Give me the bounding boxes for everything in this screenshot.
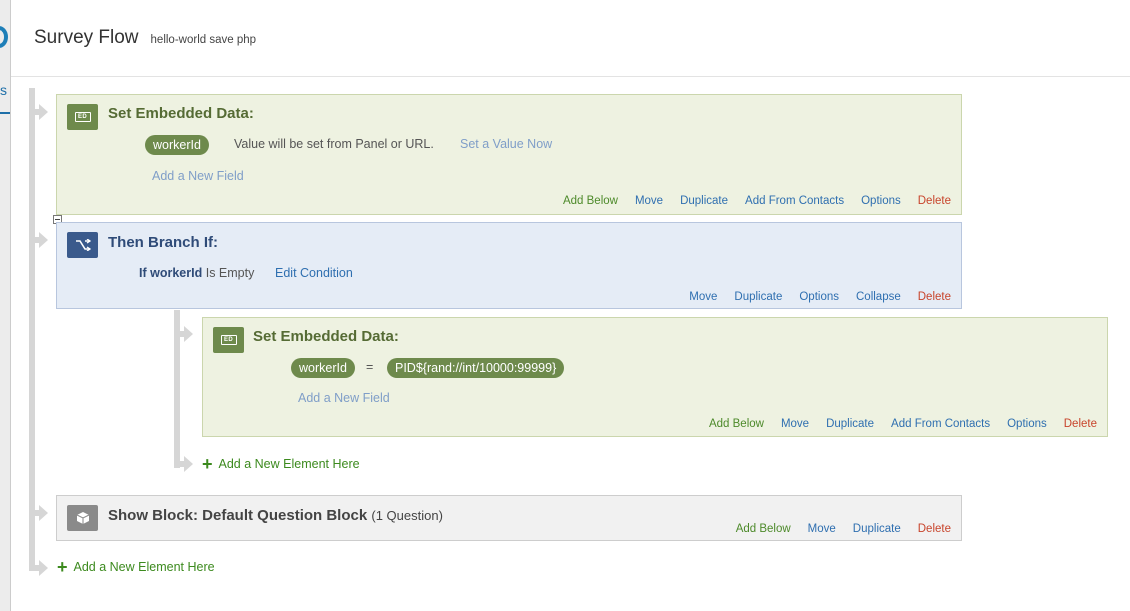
condition-if-label: If (139, 266, 147, 280)
flow-arrow-icon (39, 560, 48, 576)
delete-button[interactable]: Delete (1064, 418, 1097, 430)
add-element-label: Add a New Element Here (73, 560, 215, 574)
block-actions: Add Below Move Duplicate Delete (736, 523, 951, 535)
field-value-description: Value will be set from Panel or URL. (234, 137, 434, 151)
app-logo-icon (0, 26, 8, 48)
add-below-button[interactable]: Add Below (736, 523, 791, 535)
add-new-field-link[interactable]: Add a New Field (298, 391, 390, 405)
show-block[interactable]: Show Block: Default Question Block (1 Qu… (56, 495, 962, 541)
block-actions: Move Duplicate Options Collapse Delete (689, 291, 951, 303)
equals-sign: = (366, 360, 374, 374)
modal-title: Survey Flow (34, 27, 139, 48)
embedded-data-badge: ED (213, 327, 244, 353)
embedded-data-icon: ED (220, 335, 237, 345)
add-element-label: Add a New Element Here (218, 457, 360, 471)
modal-header: Survey Flow hello-world save php (11, 0, 1130, 77)
options-button[interactable]: Options (861, 195, 901, 207)
background-tab-underline (0, 112, 10, 114)
embedded-data-badge: ED (67, 104, 98, 130)
move-button[interactable]: Move (781, 418, 809, 430)
block-actions: Add Below Move Duplicate Add From Contac… (563, 195, 951, 207)
delete-button[interactable]: Delete (918, 195, 951, 207)
question-count: (1 Question) (371, 508, 443, 523)
block-title: Then Branch If: (108, 234, 219, 251)
delete-button[interactable]: Delete (918, 291, 951, 303)
background-tab-label: s (0, 82, 7, 98)
duplicate-button[interactable]: Duplicate (680, 195, 728, 207)
field-name-pill[interactable]: workerId (145, 135, 209, 155)
move-button[interactable]: Move (635, 195, 663, 207)
add-element-outer-button[interactable]: + Add a New Element Here (57, 557, 215, 577)
branch-badge (67, 232, 98, 258)
branch-block[interactable]: Then Branch If: If workerId Is Empty Edi… (56, 222, 962, 309)
flow-connector-main (29, 88, 35, 570)
block-actions: Add Below Move Duplicate Add From Contac… (709, 418, 1097, 430)
move-button[interactable]: Move (808, 523, 836, 535)
set-embedded-data-block[interactable]: ED Set Embedded Data: workerId Value wil… (56, 94, 962, 215)
add-below-button[interactable]: Add Below (709, 418, 764, 430)
plus-icon: + (202, 454, 213, 474)
add-from-contacts-button[interactable]: Add From Contacts (891, 418, 990, 430)
add-element-inner-button[interactable]: + Add a New Element Here (202, 454, 360, 474)
field-name-pill[interactable]: workerId (291, 358, 355, 378)
cube-icon (76, 512, 89, 524)
move-button[interactable]: Move (689, 291, 717, 303)
flow-arrow-icon (184, 456, 193, 472)
flow-arrow-icon (184, 326, 193, 342)
duplicate-button[interactable]: Duplicate (826, 418, 874, 430)
set-value-now-link[interactable]: Set a Value Now (460, 137, 552, 151)
embedded-data-icon: ED (74, 112, 91, 122)
background-app-strip: s (0, 0, 10, 611)
plus-icon: + (57, 557, 68, 577)
block-title: Show Block: Default Question Block (1 Qu… (108, 507, 443, 524)
show-block-title: Show Block: Default Question Block (108, 507, 368, 524)
flow-arrow-icon (39, 505, 48, 521)
question-block-badge (67, 505, 98, 531)
branch-condition: If workerId Is Empty (139, 266, 254, 280)
duplicate-button[interactable]: Duplicate (853, 523, 901, 535)
add-new-field-link[interactable]: Add a New Field (152, 169, 244, 183)
nested-set-embedded-data-block[interactable]: ED Set Embedded Data: workerId = PID${ra… (202, 317, 1108, 437)
flow-arrow-icon (39, 232, 48, 248)
survey-flow-modal: Survey Flow hello-world save php ED Set … (10, 0, 1130, 611)
block-title: Set Embedded Data: (253, 328, 399, 345)
edit-condition-link[interactable]: Edit Condition (275, 266, 353, 280)
flow-arrow-icon (39, 104, 48, 120)
field-value-pill[interactable]: PID${rand://int/10000:99999} (387, 358, 565, 378)
duplicate-button[interactable]: Duplicate (734, 291, 782, 303)
options-button[interactable]: Options (1007, 418, 1047, 430)
add-from-contacts-button[interactable]: Add From Contacts (745, 195, 844, 207)
delete-button[interactable]: Delete (918, 523, 951, 535)
collapse-button[interactable]: Collapse (856, 291, 901, 303)
add-below-button[interactable]: Add Below (563, 195, 618, 207)
branch-icon (75, 239, 91, 251)
block-title: Set Embedded Data: (108, 105, 254, 122)
survey-name: hello-world save php (150, 33, 257, 46)
options-button[interactable]: Options (799, 291, 839, 303)
condition-field: workerId (150, 266, 203, 280)
condition-operator: Is Empty (205, 266, 255, 280)
